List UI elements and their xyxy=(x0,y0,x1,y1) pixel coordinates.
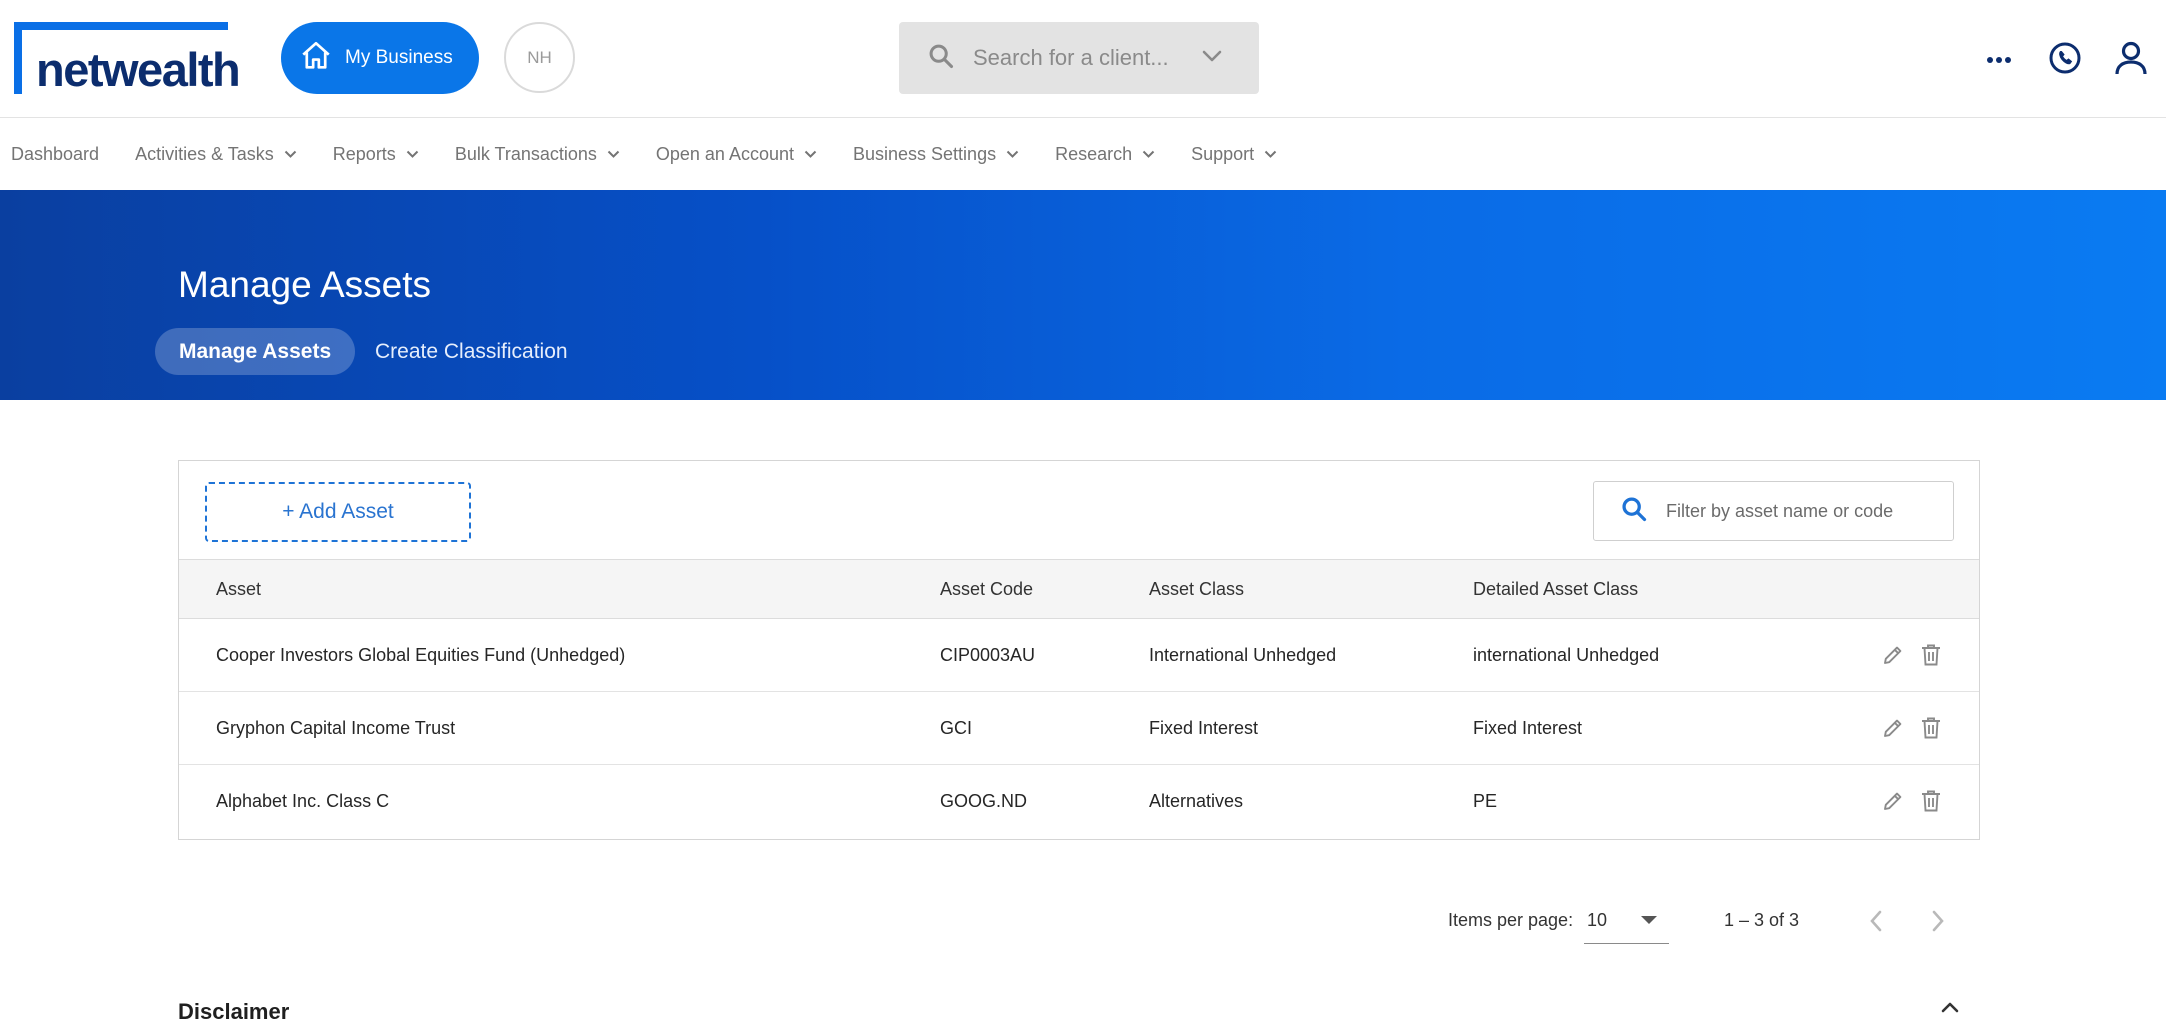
nav-item-business-settings[interactable]: Business Settings xyxy=(853,144,1019,165)
home-icon xyxy=(299,39,333,78)
items-per-page-value: 10 xyxy=(1587,910,1608,930)
nav-item-support[interactable]: Support xyxy=(1191,144,1277,165)
detailed-asset-class: PE xyxy=(1473,791,1498,811)
asset-name: Gryphon Capital Income Trust xyxy=(216,718,456,738)
asset-class: International Unhedged xyxy=(1149,645,1337,665)
tab-manage-assets[interactable]: Manage Assets xyxy=(155,328,356,375)
asset-code: GOOG.ND xyxy=(940,791,1028,811)
asset-class: Alternatives xyxy=(1149,791,1244,811)
chevron-right-icon xyxy=(1932,910,1944,932)
caret-down-icon xyxy=(1641,916,1657,924)
asset-name: Alphabet Inc. Class C xyxy=(216,791,390,811)
nav-item-label: Bulk Transactions xyxy=(454,143,597,164)
nav-item-dashboard[interactable]: Dashboard xyxy=(11,144,99,165)
logo-accent-left xyxy=(14,22,22,94)
chevron-down-icon xyxy=(284,150,296,158)
asset-code: GCI xyxy=(940,718,973,738)
assets-card: + Add Asset Asset Asset Code Asset Class… xyxy=(178,460,1980,840)
top-header: netwealth My Business NH Search for a cl… xyxy=(0,0,2166,118)
delete-icon[interactable] xyxy=(1920,789,1942,818)
nav-item-bulk-transactions[interactable]: Bulk Transactions xyxy=(455,144,620,165)
search-icon xyxy=(927,42,955,75)
asset-filter[interactable] xyxy=(1593,481,1954,541)
chevron-down-icon xyxy=(1006,150,1019,158)
my-business-button[interactable]: My Business xyxy=(281,22,479,94)
page-title: Manage Assets xyxy=(178,264,431,305)
delete-icon[interactable] xyxy=(1920,643,1942,672)
nav-item-label: Support xyxy=(1191,143,1255,164)
nav-item-label: Dashboard xyxy=(11,143,100,164)
user-icon[interactable] xyxy=(2114,40,2148,81)
items-per-page-select[interactable]: 10 xyxy=(1584,898,1669,944)
logo-text: netwealth xyxy=(36,43,241,96)
asset-name: Cooper Investors Global Equities Fund (U… xyxy=(216,645,626,665)
column-header-asset-class[interactable]: Asset Class xyxy=(1149,579,1244,600)
search-placeholder: Search for a client... xyxy=(973,45,1169,70)
nav-item-open-account[interactable]: Open an Account xyxy=(656,144,817,165)
tab-create-classification[interactable]: Create Classification xyxy=(351,328,592,375)
disclaimer-heading: Disclaimer xyxy=(178,999,290,1024)
chevron-down-icon xyxy=(607,150,620,158)
detailed-asset-class: international Unhedged xyxy=(1473,645,1660,665)
asset-class: Fixed Interest xyxy=(1149,718,1259,738)
nav-item-research[interactable]: Research xyxy=(1055,144,1155,165)
asset-code: CIP0003AU xyxy=(940,645,1036,665)
nav-item-reports[interactable]: Reports xyxy=(333,144,419,165)
edit-icon[interactable] xyxy=(1881,643,1905,672)
column-header-asset-code[interactable]: Asset Code xyxy=(940,579,1033,600)
table-header: Asset Asset Code Asset Class Detailed As… xyxy=(179,559,1979,619)
main-nav: Dashboard Activities & Tasks Reports Bul… xyxy=(0,118,2166,190)
chevron-down-icon xyxy=(1142,150,1155,158)
nav-item-label: Research xyxy=(1055,143,1133,164)
nav-item-label: Business Settings xyxy=(853,143,997,164)
logo-accent-top xyxy=(14,22,228,30)
detailed-asset-class: Fixed Interest xyxy=(1473,718,1583,738)
chevron-down-icon[interactable] xyxy=(1201,48,1223,69)
column-header-detailed-asset-class[interactable]: Detailed Asset Class xyxy=(1473,579,1638,600)
page-hero: Manage Assets Manage Assets Create Class… xyxy=(0,190,2166,400)
asset-filter-input[interactable] xyxy=(1666,500,1946,522)
table-row: Cooper Investors Global Equities Fund (U… xyxy=(179,619,1979,692)
nav-item-label: Activities & Tasks xyxy=(135,143,274,164)
previous-page-button[interactable] xyxy=(1866,904,1886,943)
edit-icon[interactable] xyxy=(1881,789,1905,818)
items-per-page-label: Items per page: xyxy=(1448,910,1574,930)
table-row: Alphabet Inc. Class C GOOG.ND Alternativ… xyxy=(179,765,1979,838)
nav-item-activities-tasks[interactable]: Activities & Tasks xyxy=(135,144,297,165)
my-business-label: My Business xyxy=(345,47,453,68)
nav-item-label: Open an Account xyxy=(655,143,794,164)
pagination-range: 1 – 3 of 3 xyxy=(1724,910,1800,930)
edit-icon[interactable] xyxy=(1881,716,1905,745)
delete-icon[interactable] xyxy=(1920,716,1942,745)
chevron-up-icon[interactable] xyxy=(1939,1000,1961,1021)
next-page-button[interactable] xyxy=(1928,904,1948,943)
column-header-asset[interactable]: Asset xyxy=(216,579,261,600)
chevron-left-icon xyxy=(1870,910,1882,932)
table-row: Gryphon Capital Income Trust GCI Fixed I… xyxy=(179,692,1979,765)
nav-item-label: Reports xyxy=(332,143,396,164)
add-asset-button[interactable]: + Add Asset xyxy=(205,482,471,542)
chevron-down-icon xyxy=(406,150,419,158)
phone-icon[interactable] xyxy=(2048,41,2082,80)
search-icon xyxy=(1620,495,1648,528)
avatar[interactable]: NH xyxy=(504,22,575,93)
netwealth-logo[interactable]: netwealth xyxy=(14,22,241,96)
chevron-down-icon xyxy=(1264,150,1277,158)
more-options-icon[interactable] xyxy=(1986,52,2012,70)
chevron-down-icon xyxy=(804,150,817,158)
client-search[interactable]: Search for a client... xyxy=(899,22,1259,94)
